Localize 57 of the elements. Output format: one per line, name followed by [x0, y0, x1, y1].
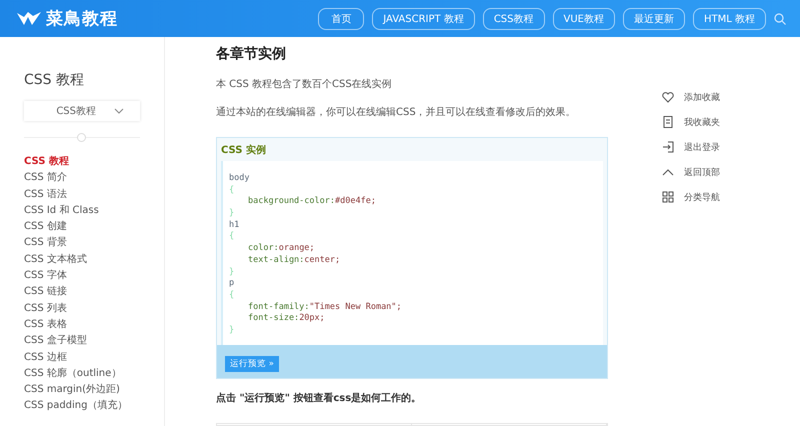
example-title: CSS 实例 — [221, 143, 267, 158]
code-property: font-size: — [247, 313, 300, 324]
exit-icon — [662, 141, 674, 153]
sidebar-item[interactable]: CSS Id 和 Class — [24, 202, 99, 220]
menu-item[interactable]: 添加收藏 — [662, 90, 720, 104]
site-logo[interactable]: 菜鳥教程 — [16, 7, 118, 30]
code-selector: body — [229, 173, 250, 183]
paragraph: 通过本站的在线编辑器，你可以在线编辑CSS，并且可以在线查看修改后的效果。 — [216, 106, 577, 119]
code-selector: p — [229, 278, 234, 288]
code-selector: h1 — [229, 220, 240, 230]
sidebar-item[interactable]: CSS 简介 — [24, 170, 67, 187]
section-heading: 各章节实例 — [216, 45, 287, 63]
sidebar-item[interactable]: CSS 边框 — [24, 350, 67, 366]
code-brace: } — [229, 324, 234, 335]
sidebar-item[interactable]: CSS 创建 — [24, 219, 67, 236]
code-property: font-family: — [247, 302, 310, 312]
chevron-down-icon — [114, 108, 124, 114]
menu-item[interactable]: 分类导航 — [662, 190, 720, 204]
sidebar-item[interactable]: CSS 盒子模型 — [24, 333, 87, 350]
code-brace: { — [229, 184, 234, 195]
code-value: "Times New Roman"; — [309, 302, 402, 312]
slider-handle[interactable] — [77, 133, 86, 142]
paragraph: 本 CSS 教程包含了数百个CSS在线实例 — [216, 78, 393, 91]
sidebar-item[interactable]: CSS 语法 — [24, 186, 67, 203]
chevron-up-icon — [662, 168, 674, 176]
menu-item[interactable]: 退出登录 — [662, 140, 720, 154]
menu-item[interactable]: 返回顶部 — [662, 165, 720, 179]
code-property: background-color: — [247, 196, 335, 206]
code-value: orange; — [278, 243, 315, 254]
code-value: #d0e4fe; — [335, 196, 376, 206]
code-property: color: — [247, 243, 279, 254]
search-icon[interactable] — [774, 12, 786, 24]
code-brace: } — [229, 266, 234, 276]
menu-item[interactable]: 我收藏夹 — [662, 115, 720, 129]
sidebar-item[interactable]: CSS 文本格式 — [24, 252, 87, 268]
grid-icon — [662, 191, 674, 203]
sidebar-item[interactable]: CSS 教程 — [24, 154, 69, 170]
sidebar-item[interactable]: CSS 链接 — [24, 284, 67, 301]
code-value: 20px; — [299, 313, 325, 324]
sidebar-item[interactable]: CSS 列表 — [24, 300, 67, 317]
code-brace: } — [229, 208, 234, 218]
heart-icon — [662, 92, 674, 102]
logo-text: 菜鳥教程 — [46, 8, 118, 30]
sidebar-item[interactable]: CSS margin(外边距) — [24, 382, 120, 398]
sidebar-item[interactable]: CSS padding（填充） — [24, 398, 128, 415]
code-brace: { — [229, 231, 234, 242]
sidebar-item[interactable]: CSS 字体 — [24, 268, 67, 284]
code-value: center; — [304, 254, 340, 265]
document-icon — [662, 116, 674, 128]
sidebar-item[interactable]: CSS 表格 — [24, 316, 67, 334]
sidebar-item[interactable]: CSS 轮廓（outline） — [24, 366, 122, 382]
code-property: text-align: — [247, 254, 304, 265]
sidebar-title: CSS 教程 — [24, 71, 85, 89]
tutorial-dropdown[interactable]: CSS教程 — [24, 101, 140, 121]
sidebar-item[interactable]: CSS 背景 — [24, 235, 67, 252]
instruction-text: 点击 "运行预览" 按钮查看css是如何工作的。 — [216, 392, 422, 405]
code-brace: { — [229, 290, 234, 300]
